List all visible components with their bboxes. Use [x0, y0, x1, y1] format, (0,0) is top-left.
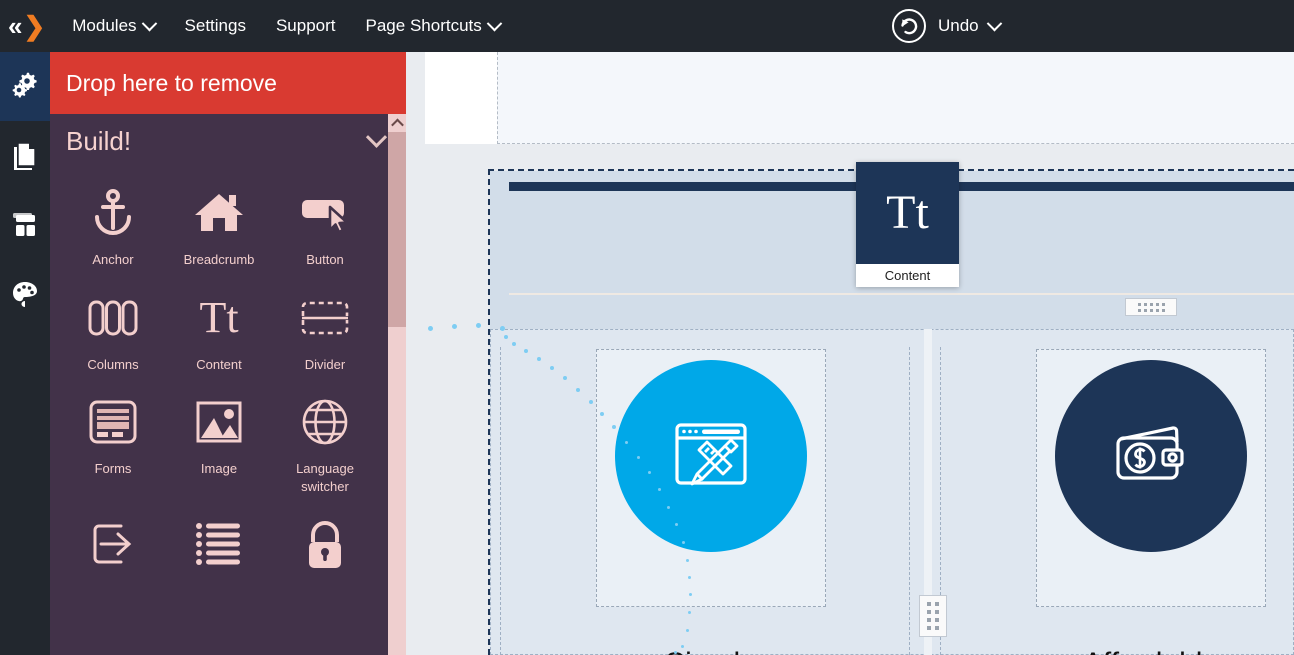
module-panel: Build! Anchor Breadcrumb Button Columns … [50, 114, 406, 655]
login-arrow-icon [85, 511, 141, 577]
feature-circle-right [1055, 360, 1247, 552]
menu-modules-label: Modules [72, 16, 137, 35]
header-region[interactable] [497, 52, 1294, 144]
undo-circular-arrow-icon [890, 7, 928, 45]
module-label: Content [196, 356, 242, 372]
module-label: Breadcrumb [183, 252, 255, 267]
panel-scrollbar-thumb[interactable] [388, 132, 406, 327]
layout-icon [9, 209, 41, 241]
section-separator [509, 293, 1294, 295]
module-content[interactable]: Tt Content [166, 279, 272, 378]
rail-item-layout[interactable] [0, 190, 50, 259]
module-login[interactable] [60, 505, 166, 586]
globe-icon [297, 389, 353, 455]
panel-header[interactable]: Build! [50, 114, 406, 168]
columns-icon [85, 285, 141, 351]
module-divider[interactable]: Divider [272, 279, 378, 378]
chevron-down-icon [986, 15, 1002, 31]
module-label: Language switcher [296, 461, 354, 494]
chevron-right-icon: ❯ [23, 11, 45, 41]
form-icon [85, 389, 141, 455]
text-tt-icon: Tt [856, 162, 959, 264]
button-cursor-icon [297, 180, 353, 246]
column-title-right: Affordable [1036, 647, 1266, 655]
feature-circle-left [615, 360, 807, 552]
lock-icon [297, 511, 353, 577]
drag-ghost-label: Content [884, 268, 931, 283]
menu-settings-label: Settings [184, 16, 246, 35]
double-chevron-left-icon: « [8, 11, 23, 41]
drag-trail-dot [451, 323, 457, 329]
chevron-down-icon [486, 15, 503, 31]
chevron-up-icon [390, 118, 404, 131]
menu-support[interactable]: Support [261, 0, 351, 52]
panel-title: Build! [66, 125, 132, 156]
house-icon [191, 180, 247, 246]
image-icon [191, 389, 247, 455]
header-logo-block [425, 52, 497, 144]
module-forms[interactable]: Forms [60, 383, 166, 499]
rail-item-pages[interactable] [0, 121, 50, 190]
column-grip-vertical[interactable] [919, 595, 947, 637]
chevron-down-icon [141, 15, 157, 31]
left-icon-rail [0, 52, 50, 655]
module-button[interactable]: Button [272, 174, 378, 273]
module-lock[interactable] [272, 505, 378, 586]
module-label: Forms [94, 461, 132, 477]
pages-icon [9, 140, 41, 172]
browser-pencil-ruler-icon [663, 406, 759, 507]
palette-icon [9, 278, 41, 310]
drop-zone-label: Drop here to remove [66, 69, 277, 96]
module-label: Image [200, 461, 238, 477]
module-breadcrumb[interactable]: Breadcrumb [166, 174, 272, 273]
app-logo[interactable]: « ❯ [8, 11, 45, 41]
wallet-dollar-icon [1103, 406, 1199, 507]
column-title-left: Simple [596, 647, 826, 655]
module-language-switcher[interactable]: Language switcher [272, 383, 378, 499]
page-canvas[interactable]: Simple Affordable [406, 52, 1294, 655]
module-anchor[interactable]: Anchor [60, 174, 166, 273]
list-icon [191, 511, 247, 577]
menu-page-shortcuts-label: Page Shortcuts [365, 16, 482, 35]
gears-icon [8, 70, 42, 104]
row-grip-horizontal[interactable] [1125, 298, 1177, 316]
menu-modules[interactable]: Modules [57, 0, 169, 52]
menu-page-shortcuts[interactable]: Page Shortcuts [351, 0, 515, 52]
grip-dots-icon [927, 602, 939, 630]
drag-trail-dot [475, 322, 481, 328]
divider-icon [297, 285, 353, 351]
grip-dots-icon [1137, 302, 1165, 312]
drag-trail-dot [427, 325, 433, 331]
menu-settings[interactable]: Settings [170, 0, 261, 52]
module-label: Button [306, 252, 344, 267]
module-label: Divider [304, 356, 346, 372]
chevron-down-icon [365, 126, 388, 148]
module-label: Columns [87, 356, 139, 372]
module-image[interactable]: Image [166, 383, 272, 499]
module-grid: Anchor Breadcrumb Button Columns Tt Cont… [50, 168, 388, 586]
rail-item-theme[interactable] [0, 259, 50, 328]
top-bar: « ❯ Modules Settings Support Page Shortc… [0, 0, 1294, 52]
drag-ghost-content-module: Tt Content [856, 162, 959, 287]
text-tt-icon: Tt [199, 292, 239, 342]
module-list[interactable] [166, 505, 272, 586]
menu-support-label: Support [275, 16, 336, 35]
rail-item-modules[interactable] [0, 52, 50, 121]
undo-label: Undo [938, 16, 979, 35]
drop-to-remove-zone[interactable]: Drop here to remove [50, 52, 406, 114]
scroll-up-button[interactable] [388, 114, 406, 132]
anchor-icon [85, 180, 141, 246]
module-label: Anchor [92, 252, 134, 267]
undo-button[interactable]: Undo [890, 0, 1002, 52]
module-columns[interactable]: Columns [60, 279, 166, 378]
